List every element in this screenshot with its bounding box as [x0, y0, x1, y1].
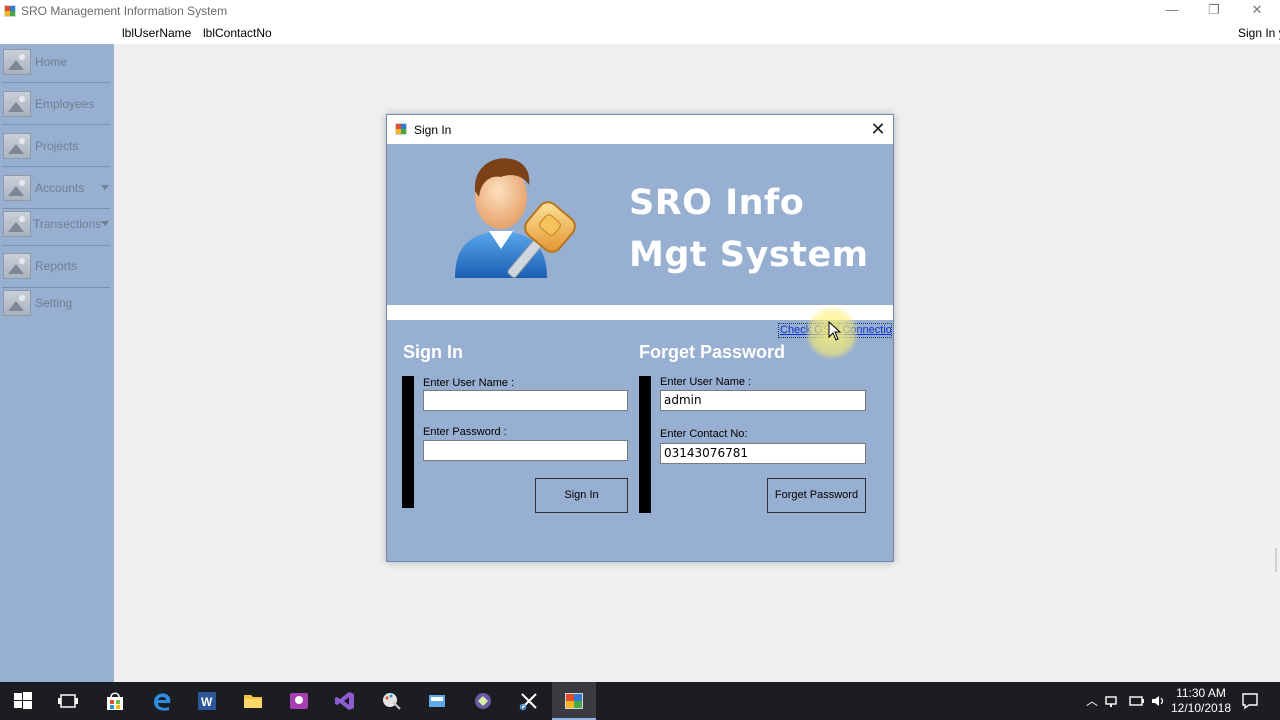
sidebar-item-employees[interactable]: Employees: [0, 86, 112, 124]
contact-no-input[interactable]: 03143076781: [660, 443, 866, 464]
sidebar-item-label: Accounts: [35, 181, 85, 195]
sidebar-divider: [2, 82, 110, 83]
snipping-icon[interactable]: [518, 690, 540, 712]
taskbar: W ︿ 11:30 AM 12/10/2018: [0, 682, 1280, 720]
image-placeholder-icon: [3, 211, 31, 237]
sidebar-item-transections[interactable]: Transections: [0, 206, 112, 244]
svg-text:W: W: [201, 695, 213, 709]
clock-time: 11:30 AM: [1176, 686, 1226, 700]
forget-username-input[interactable]: admin: [660, 390, 866, 411]
menu-strip: lblUserName lblContactNo Sign In y: [0, 22, 1280, 44]
taskbar-clock[interactable]: 11:30 AM 12/10/2018: [1168, 686, 1234, 716]
sidebar-item-projects[interactable]: Projects: [0, 128, 112, 166]
notifications-icon[interactable]: [1240, 691, 1260, 711]
app-window-icon[interactable]: [563, 690, 585, 712]
teams-icon[interactable]: [288, 690, 310, 712]
image-placeholder-icon: [3, 175, 31, 201]
sidebar-divider: [2, 124, 110, 125]
image-placeholder-icon: [3, 253, 31, 279]
image-placeholder-icon: [3, 133, 31, 159]
chevron-down-icon: [101, 185, 109, 190]
banner-title-line2: Mgt System: [629, 235, 869, 275]
sidebar-item-label: Home: [35, 55, 68, 69]
dialog-close-button[interactable]: ✕: [867, 118, 889, 140]
sidebar-item-label: Setting: [35, 296, 73, 310]
task-view-icon[interactable]: [57, 690, 79, 712]
chevron-down-icon: [101, 221, 109, 226]
banner-title-line1: SRO Info: [629, 183, 805, 223]
restore-button[interactable]: ❐: [1191, 0, 1237, 22]
sign-in-username-input[interactable]: [423, 390, 628, 411]
app-icon: [395, 123, 407, 135]
sidebar-item-accounts[interactable]: Accounts: [0, 170, 112, 208]
network-icon[interactable]: [1104, 692, 1122, 710]
image-placeholder-icon: [3, 49, 31, 75]
show-hidden-icons-icon[interactable]: ︿: [1086, 692, 1098, 709]
image-placeholder-icon: [3, 290, 31, 316]
word-icon[interactable]: W: [196, 690, 218, 712]
window-close-button[interactable]: ✕: [1234, 0, 1280, 22]
sidebar-item-reports[interactable]: Reports: [0, 248, 112, 286]
sidebar-item-label: Projects: [35, 139, 79, 153]
forget-section-bar: [639, 376, 651, 513]
forget-password-button[interactable]: Forget Password: [767, 478, 866, 513]
scroll-indicator: [1275, 548, 1277, 572]
calculator-icon[interactable]: [426, 690, 448, 712]
window-title: SRO Management Information System: [21, 4, 228, 18]
edge-icon[interactable]: [151, 690, 173, 712]
mouse-pointer-icon: [828, 321, 842, 341]
app-icon: [4, 5, 16, 17]
volume-icon[interactable]: [1150, 692, 1168, 710]
image-placeholder-icon: [3, 91, 31, 117]
sign-in-menu[interactable]: Sign In y: [1238, 26, 1280, 40]
sidebar-item-label: Employees: [35, 97, 95, 111]
user-name-label: lblUserName: [122, 26, 192, 40]
forget-username-label: Enter User Name :: [660, 376, 752, 388]
user-key-icon: [455, 158, 576, 278]
sidebar-divider: [2, 245, 110, 246]
paint-icon[interactable]: [380, 690, 402, 712]
sign-in-username-label: Enter User Name :: [423, 377, 515, 389]
sign-in-button[interactable]: Sign In: [535, 478, 628, 513]
contact-no-label: Enter Contact No:: [660, 428, 748, 440]
sidebar-divider: [2, 166, 110, 167]
dialog-title: Sign In: [414, 123, 452, 137]
sign-in-heading: Sign In: [403, 342, 463, 362]
forget-password-heading: Forget Password: [639, 342, 786, 362]
tool-icon[interactable]: [472, 690, 494, 712]
file-explorer-icon[interactable]: [242, 690, 264, 712]
contact-no-label: lblContactNo: [203, 26, 272, 40]
sidebar-item-setting[interactable]: Setting: [0, 285, 112, 323]
dialog-title-bar: Sign In ✕: [387, 115, 893, 144]
start-icon[interactable]: [12, 690, 34, 712]
battery-icon[interactable]: [1128, 692, 1146, 710]
visual-studio-icon[interactable]: [334, 690, 356, 712]
sign-in-password-label: Enter Password :: [423, 426, 507, 438]
sidebar-item-home[interactable]: Home: [0, 44, 112, 82]
sidebar-item-label: Reports: [35, 259, 78, 273]
store-icon[interactable]: [104, 690, 126, 712]
sign-in-password-input[interactable]: [423, 440, 628, 461]
sidebar: Home Employees Projects Accounts Transec…: [0, 44, 114, 682]
clock-date: 12/10/2018: [1170, 701, 1232, 715]
sidebar-item-label: Transections: [33, 217, 102, 231]
sign-in-section-bar: [402, 376, 414, 508]
minimize-button[interactable]: —: [1149, 0, 1195, 22]
window-title-bar: SRO Management Information System — ❐ ✕: [0, 0, 1280, 22]
